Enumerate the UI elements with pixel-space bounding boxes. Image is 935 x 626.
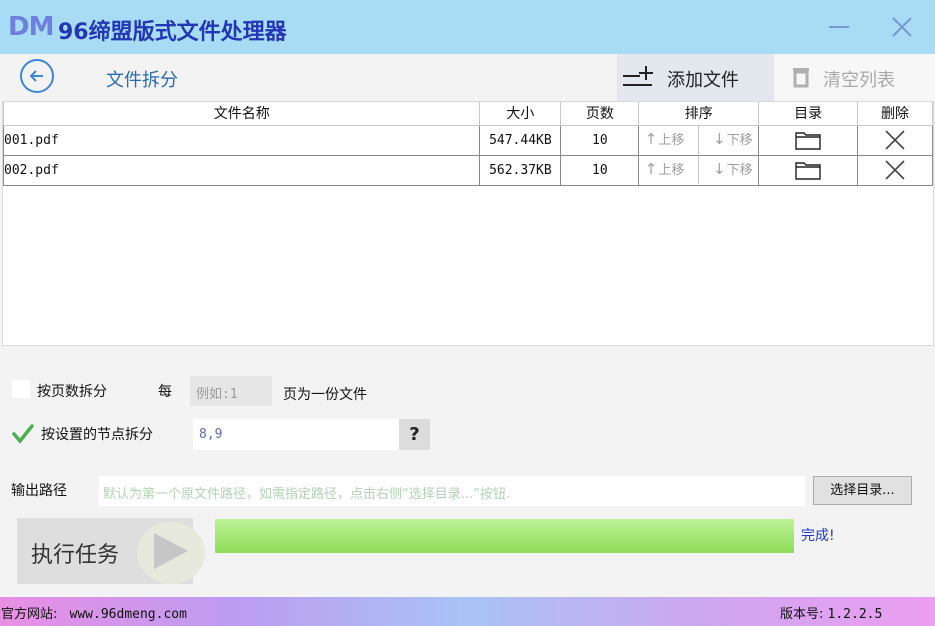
- split-by-pages-checkbox[interactable]: [12, 380, 30, 398]
- arrow-down-icon: ↓: [713, 159, 726, 178]
- arrow-up-icon: ↑: [644, 129, 658, 148]
- close-button[interactable]: [877, 0, 927, 54]
- folder-cell: [758, 154, 859, 186]
- delete-icon[interactable]: [884, 129, 906, 151]
- per-file-label: 页为一份文件: [283, 387, 367, 403]
- add-file-button[interactable]: 添加文件: [617, 54, 774, 101]
- arrow-down-icon: ↓: [713, 129, 726, 148]
- app-logo: DM: [8, 12, 54, 42]
- delete-cell: [857, 154, 933, 186]
- file-size: 562.37KB: [479, 154, 562, 186]
- progress-fill: [215, 519, 794, 553]
- move-up-label: 上移: [658, 163, 685, 178]
- version-label: 版本号:: [780, 607, 824, 622]
- move-up-button[interactable]: ↑ 上移: [644, 129, 685, 149]
- column-header[interactable]: 页数: [560, 102, 640, 126]
- progress-bar: [215, 519, 794, 553]
- version-number: 1.2.2.5: [827, 607, 883, 622]
- help-button[interactable]: ?: [399, 419, 430, 450]
- column-header[interactable]: 文件名称: [2, 102, 481, 126]
- folder-cell: [758, 124, 859, 156]
- file-name: 001.pdf: [2, 124, 481, 156]
- output-path-label: 输出路径: [11, 483, 67, 499]
- every-label: 每: [158, 384, 172, 400]
- play-icon: [154, 533, 188, 569]
- move-down-label: 下移: [726, 163, 753, 178]
- sort-cell: ↑ 上移 ↓ 下移: [638, 154, 760, 186]
- delete-icon[interactable]: [884, 159, 906, 181]
- choose-directory-button[interactable]: 选择目录...: [813, 476, 912, 505]
- table-row[interactable]: 002.pdf 562.37KB 10 ↑ 上移 ↓ 下移: [2, 154, 933, 186]
- move-down-button[interactable]: ↓ 下移: [713, 159, 753, 179]
- split-by-nodes-check-icon[interactable]: [12, 424, 34, 444]
- file-pages: 10: [560, 154, 640, 186]
- website-link[interactable]: www.96dmeng.com: [70, 607, 187, 622]
- app-title: 96缔盟版式文件处理器: [58, 20, 287, 45]
- column-header[interactable]: 目录: [758, 102, 859, 126]
- table-row[interactable]: 001.pdf 547.44KB 10 ↑ 上移 ↓ 下移: [2, 124, 933, 156]
- clear-list-button[interactable]: 清空列表: [775, 54, 935, 101]
- file-pages: 10: [560, 124, 640, 156]
- delete-cell: [857, 124, 933, 156]
- table-header: 文件名称 大小 页数 排序 目录 删除: [2, 102, 933, 126]
- add-list-icon: [623, 66, 653, 86]
- arrow-left-circle-icon: [29, 70, 43, 82]
- move-down-button[interactable]: ↓ 下移: [713, 129, 753, 149]
- status-text: 完成!: [801, 528, 835, 544]
- split-by-nodes-label: 按设置的节点拆分: [41, 427, 153, 443]
- website-info: 官方网站: www.96dmeng.com: [1, 603, 187, 622]
- column-header[interactable]: 大小: [479, 102, 562, 126]
- title-bar: DM 96缔盟版式文件处理器: [0, 0, 935, 54]
- page-title: 文件拆分: [106, 70, 178, 91]
- run-task-button[interactable]: 执行任务: [17, 518, 205, 584]
- file-size: 547.44KB: [479, 124, 562, 156]
- column-header[interactable]: 排序: [638, 102, 760, 126]
- folder-icon[interactable]: [795, 130, 821, 150]
- website-label: 官方网站:: [1, 607, 58, 622]
- arrow-up-icon: ↑: [644, 159, 658, 178]
- close-icon: [892, 17, 912, 37]
- file-name: 002.pdf: [2, 154, 481, 186]
- footer: 官方网站: www.96dmeng.com 版本号: 1.2.2.5: [0, 597, 935, 626]
- toolbar: 文件拆分 添加文件 清空列表: [0, 54, 935, 101]
- minimize-icon: [829, 26, 849, 28]
- move-up-button[interactable]: ↑ 上移: [644, 159, 685, 179]
- trash-icon: [793, 68, 809, 88]
- output-path-input[interactable]: 默认为第一个原文件路径，如需指定路径，点击右侧“选择目录...”按钮.: [99, 476, 805, 506]
- column-header[interactable]: 删除: [857, 102, 933, 126]
- add-file-label: 添加文件: [667, 70, 739, 91]
- run-task-label: 执行任务: [31, 543, 120, 568]
- folder-icon[interactable]: [795, 160, 821, 180]
- version-info: 版本号: 1.2.2.5: [780, 603, 882, 622]
- back-button[interactable]: [20, 59, 54, 93]
- nodes-input[interactable]: 8,9: [193, 419, 400, 450]
- pages-per-file-input[interactable]: 例如:1: [190, 376, 272, 406]
- split-by-pages-label: 按页数拆分: [37, 384, 107, 400]
- sort-cell: ↑ 上移 ↓ 下移: [638, 124, 760, 156]
- move-down-label: 下移: [726, 133, 753, 148]
- minimize-button[interactable]: [814, 0, 864, 54]
- clear-list-label: 清空列表: [823, 70, 895, 91]
- file-table: 文件名称 大小 页数 排序 目录 删除 001.pdf 547.44KB 10 …: [2, 101, 934, 346]
- move-up-label: 上移: [658, 133, 685, 148]
